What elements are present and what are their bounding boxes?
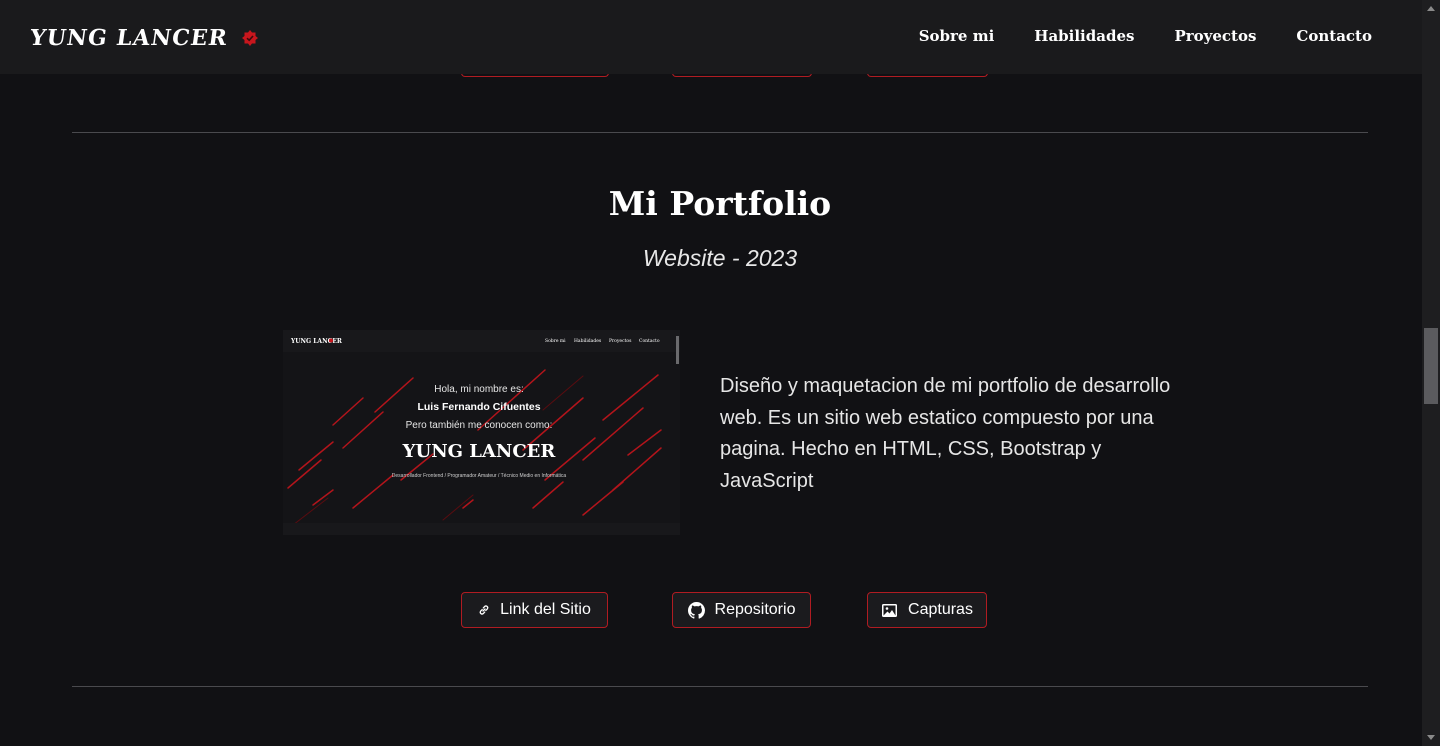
nav-link-habilidades[interactable]: Habilidades <box>1034 27 1134 45</box>
site-link-button[interactable]: Link del Sitio <box>461 592 608 628</box>
project-description: Diseño y maquetacion de mi portfolio de … <box>720 375 1171 492</box>
page: YUNG LANCER Sobre mi Habilidades Proyect… <box>0 0 1440 746</box>
nav-link-contacto[interactable]: Contacto <box>1296 27 1372 45</box>
preview-nav-link: Contacto <box>639 338 660 344</box>
preview-alias: YUNG LANCER <box>402 441 557 462</box>
project-title: Mi Portfolio <box>608 184 832 223</box>
repository-button[interactable]: Repositorio <box>672 592 811 628</box>
section-divider-top <box>72 132 1368 133</box>
link-icon <box>479 605 489 615</box>
nav-links: Sobre mi Habilidades Proyectos Contacto <box>919 27 1372 45</box>
brand[interactable]: YUNG LANCER <box>28 22 258 54</box>
scroll-down-arrow-icon[interactable] <box>1427 735 1435 740</box>
page-scrollbar[interactable] <box>1422 0 1440 746</box>
preview-nav-link: Habilidades <box>574 338 602 344</box>
preview-badge-icon <box>329 338 333 343</box>
preview-brand: YUNG LANCER <box>290 338 343 345</box>
preview-name: Luis Fernando Cifuentes <box>417 401 540 413</box>
preview-roles: Desarrollador Frontend / Programador Ama… <box>392 473 567 479</box>
captures-label: Capturas <box>908 601 973 618</box>
preview-aka: Pero también me conocen como: <box>406 420 553 431</box>
nav-link-proyectos[interactable]: Proyectos <box>1174 27 1256 45</box>
project-subtitle: Website - 2023 <box>642 245 798 271</box>
navbar: YUNG LANCER Sobre mi Habilidades Proyect… <box>0 0 1422 74</box>
preview-scrollbar <box>676 336 679 364</box>
preview-nav-link: Proyectos <box>609 338 632 344</box>
scroll-up-arrow-icon[interactable] <box>1427 6 1435 11</box>
preview-nav-link: Sobre mi <box>545 338 566 344</box>
verified-badge-icon <box>241 30 258 46</box>
captures-button[interactable]: Capturas <box>867 592 987 628</box>
project-preview-image: YUNG LANCER Sobre mi Habilidades Proyect… <box>283 330 680 535</box>
github-icon <box>687 601 705 619</box>
scroll-thumb[interactable] <box>1424 328 1438 404</box>
section-divider-bottom <box>72 686 1368 687</box>
preview-greeting: Hola, mi nombre es: <box>434 384 523 395</box>
site-link-label: Link del Sitio <box>500 601 591 618</box>
image-icon <box>882 603 898 617</box>
repository-label: Repositorio <box>714 601 796 618</box>
brand-logo[interactable]: YUNG LANCER <box>28 25 229 51</box>
nav-link-sobre-mi[interactable]: Sobre mi <box>919 27 995 45</box>
